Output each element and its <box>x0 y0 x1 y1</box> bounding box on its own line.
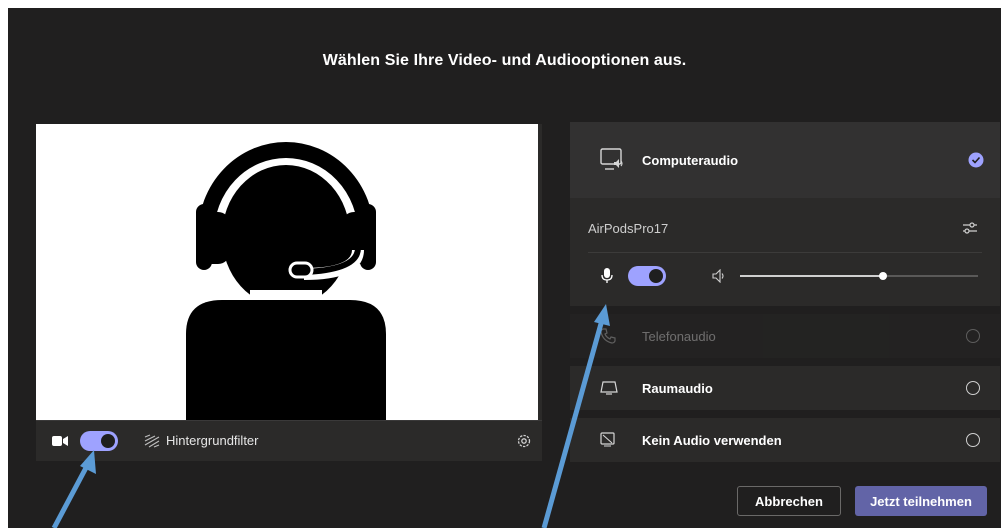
microphone-icon <box>601 268 613 283</box>
no-audio-radio[interactable] <box>966 433 980 447</box>
room-audio-label: Raumaudio <box>642 381 713 396</box>
join-now-button[interactable]: Jetzt teilnehmen <box>855 486 987 516</box>
annotation-arrow-microphone <box>541 304 610 528</box>
no-audio-option[interactable]: Kein Audio verwenden <box>570 418 1000 462</box>
join-options-dialog: Wählen Sie Ihre Video- und Audiooptionen… <box>8 8 1001 528</box>
background-filter-button[interactable]: Hintergrundfilter <box>166 433 259 448</box>
speaker-volume-fill <box>740 275 883 277</box>
phone-audio-radio <box>966 329 980 343</box>
device-divider <box>588 252 982 253</box>
audio-device-name[interactable]: AirPodsPro17 <box>588 221 668 236</box>
video-controls-bar: Hintergrundfilter <box>36 420 542 461</box>
phone-audio-option: Telefonaudio <box>570 314 1000 358</box>
speaker-volume-slider[interactable] <box>740 272 978 280</box>
room-audio-radio[interactable] <box>966 381 980 395</box>
device-settings-icon[interactable] <box>516 433 532 449</box>
cancel-button[interactable]: Abbrechen <box>737 486 841 516</box>
video-panel: Hintergrundfilter <box>36 124 542 461</box>
computer-audio-label: Computeraudio <box>642 153 739 168</box>
selected-check-icon <box>968 152 984 168</box>
computer-audio-icon <box>600 148 623 170</box>
dialog-title: Wählen Sie Ihre Video- und Audiooptionen… <box>322 52 687 69</box>
video-preview <box>36 124 538 420</box>
audio-settings-icon[interactable] <box>962 220 978 236</box>
background-filter-icon <box>144 434 160 448</box>
audio-device-panel: AirPodsPro17 <box>570 198 1000 306</box>
phone-audio-label: Telefonaudio <box>642 329 716 344</box>
annotation-arrow-camera <box>51 450 96 528</box>
headset-user-image <box>186 142 386 420</box>
microphone-toggle[interactable] <box>628 266 666 286</box>
no-audio-label: Kein Audio verwenden <box>642 433 782 448</box>
room-audio-option[interactable]: Raumaudio <box>570 366 1000 410</box>
computer-audio-option[interactable]: Computeraudio <box>570 122 1000 198</box>
speaker-icon <box>712 269 724 283</box>
speaker-volume-thumb[interactable] <box>878 272 887 280</box>
